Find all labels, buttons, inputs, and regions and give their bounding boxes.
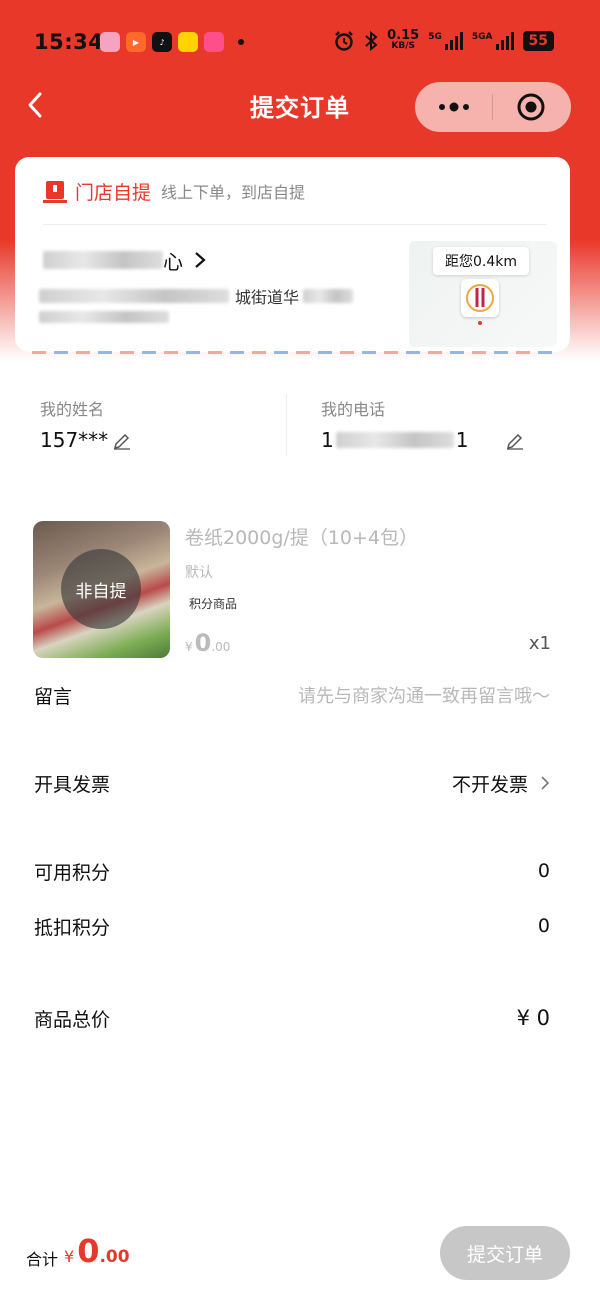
- status-bar: 15:34 ▶ ♪ 0.15 KB/S 5G 5GA 55: [0, 12, 600, 72]
- points-deduct-row: 抵扣积分 0: [34, 910, 550, 942]
- signal-2-label: 5GA: [471, 32, 493, 42]
- notification-dot-icon: [238, 39, 244, 45]
- signal-2: 5GA: [472, 32, 514, 50]
- meituan-icon: [178, 32, 198, 52]
- system-indicators: 0.15 KB/S 5G 5GA 55: [333, 28, 554, 52]
- envelope-dashed-line: [32, 351, 556, 354]
- signal-1-label: 5G: [428, 32, 442, 42]
- goods-total-value: ¥ 0: [516, 1006, 550, 1030]
- store-address-line2: [39, 308, 189, 326]
- store-map[interactable]: 距您0.4km: [409, 241, 557, 347]
- redacted-store-name: [43, 251, 163, 269]
- invoice-value-text: 不开发票: [451, 773, 528, 796]
- product-item: 非自提 卷纸2000g/提（10+4包） 默认 积分商品 ¥ 0 .00 x1: [33, 521, 563, 661]
- video-icon: ▶: [126, 32, 146, 52]
- total-price: ¥ 0 .00: [64, 1232, 130, 1270]
- points-available-row: 可用积分 0: [34, 855, 550, 887]
- points-available-value: 0: [537, 860, 550, 882]
- product-price: ¥ 0 .00: [185, 629, 230, 657]
- total-label: 合计: [26, 1250, 59, 1269]
- network-speed-value: 0.15: [387, 28, 420, 43]
- map-location-dot: [478, 321, 482, 325]
- signal-1: 5G: [428, 32, 463, 50]
- distance-badge: 距您0.4km: [433, 247, 530, 275]
- product-spec: 默认: [185, 565, 213, 581]
- phone-suffix: 1: [455, 428, 469, 452]
- message-input[interactable]: 请先与商家沟通一致再留言哦～: [298, 682, 550, 708]
- status-app-icons: ▶ ♪: [100, 32, 244, 52]
- price-decimal: .00: [211, 640, 231, 654]
- phone-value: 1 1: [321, 428, 468, 452]
- message-label: 留言: [34, 685, 73, 708]
- total-decimal: .00: [99, 1247, 130, 1267]
- app-icon-1: [100, 32, 120, 52]
- goods-total-row: 商品总价 ¥ 0: [34, 1002, 550, 1034]
- store-pickup-card: 门店自提 线上下单，到店自提 心 城街道华 距您0.4km: [15, 157, 570, 352]
- contact-divider: [286, 394, 287, 456]
- redacted-address: [39, 289, 229, 303]
- shopping-icon: [204, 32, 224, 52]
- network-speed-unit: KB/S: [391, 41, 415, 51]
- submit-order-button[interactable]: 提交订单: [440, 1226, 570, 1280]
- message-row[interactable]: 留言 请先与商家沟通一致再留言哦～: [34, 679, 550, 711]
- signal-bars-icon: [495, 32, 514, 50]
- invoice-label: 开具发票: [34, 773, 111, 796]
- pickup-subtitle: 线上下单，到店自提: [161, 183, 306, 202]
- target-icon[interactable]: [516, 92, 546, 122]
- alarm-icon: [335, 31, 354, 51]
- phone-label: 我的电话: [321, 400, 386, 419]
- total-symbol: ¥: [64, 1247, 75, 1266]
- redacted-address: [303, 289, 354, 303]
- status-time: 15:34: [34, 30, 104, 54]
- store-logo-icon: [466, 284, 494, 312]
- non-pickup-overlay: 非自提: [61, 549, 141, 629]
- edit-name-icon[interactable]: [112, 430, 132, 450]
- phone-prefix: 1: [321, 428, 334, 452]
- divider: [43, 224, 546, 225]
- chevron-right-icon: [195, 252, 206, 268]
- bluetooth-icon: [365, 31, 378, 51]
- tiktok-icon: ♪: [152, 32, 172, 52]
- address-text: 城街道华: [235, 288, 300, 307]
- points-deduct-label: 抵扣积分: [34, 916, 111, 939]
- network-speed: 0.15 KB/S: [387, 28, 420, 52]
- points-product-tag: 积分商品: [189, 597, 238, 611]
- pickup-header: 门店自提 线上下单，到店自提: [43, 177, 305, 205]
- pickup-title: 门店自提: [75, 181, 152, 204]
- points-available-label: 可用积分: [34, 861, 111, 884]
- points-deduct-value: 0: [537, 915, 550, 937]
- store-logo-pin: [461, 279, 499, 317]
- capsule-divider: [492, 94, 493, 120]
- chevron-right-icon: [541, 776, 550, 790]
- store-name-row[interactable]: 心: [43, 245, 207, 275]
- invoice-value: 不开发票: [452, 770, 550, 797]
- checkout-bar: 合计 ¥ 0 .00 提交订单: [0, 1220, 600, 1293]
- name-value: 157***: [40, 428, 109, 452]
- edit-phone-icon[interactable]: [505, 430, 525, 450]
- signal-bars-icon: [444, 32, 463, 50]
- product-quantity: x1: [528, 633, 551, 654]
- store-icon: [43, 181, 67, 203]
- more-dots-icon[interactable]: [437, 95, 471, 119]
- redacted-phone: [335, 432, 454, 448]
- redacted-address: [39, 311, 169, 323]
- battery-icon: 55: [522, 31, 554, 51]
- contact-info: 我的姓名 157*** 我的电话 1 1: [0, 390, 600, 462]
- product-name: 卷纸2000g/提（10+4包）: [185, 527, 419, 549]
- invoice-row[interactable]: 开具发票 不开发票: [34, 767, 550, 799]
- miniapp-capsule: [415, 82, 571, 132]
- store-address: 城街道华: [39, 284, 369, 308]
- price-symbol: ¥: [185, 640, 193, 654]
- nav-bar: 提交订单: [0, 78, 600, 134]
- name-label: 我的姓名: [40, 400, 105, 419]
- goods-total-label: 商品总价: [34, 1008, 111, 1031]
- total-integer: 0: [77, 1232, 100, 1270]
- product-thumbnail: 非自提: [33, 521, 170, 658]
- store-name: 心: [163, 249, 183, 274]
- price-integer: 0: [194, 629, 212, 657]
